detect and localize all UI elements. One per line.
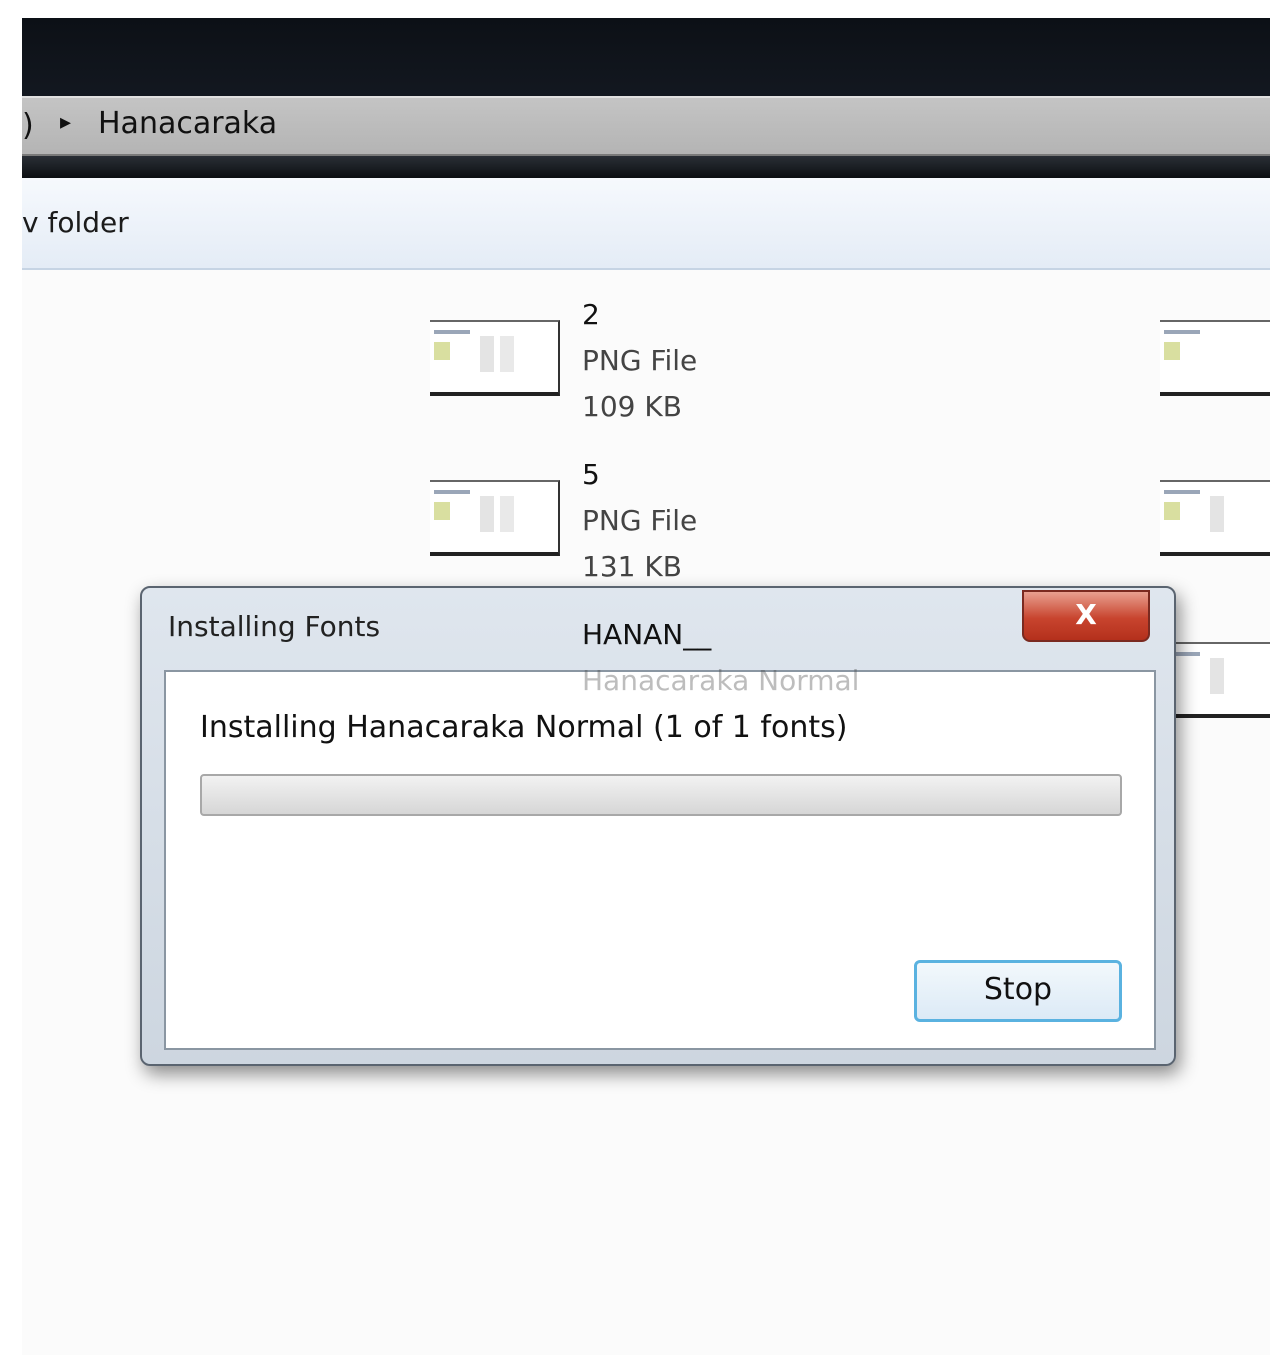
- file-thumbnail[interactable]: [430, 320, 560, 396]
- dialog-body: Installing Hanacaraka Normal (1 of 1 fon…: [164, 670, 1156, 1050]
- file-thumbnail[interactable]: [1160, 642, 1270, 718]
- left-margin: [0, 0, 22, 1355]
- install-status-text: Installing Hanacaraka Normal (1 of 1 fon…: [200, 710, 848, 745]
- breadcrumb-prefix: ): [22, 108, 34, 143]
- divider-strip: [22, 156, 1270, 178]
- window-title-bar[interactable]: [22, 18, 1270, 96]
- address-bar[interactable]: ) ▸ Hanacaraka: [22, 96, 1270, 156]
- list-item[interactable]: 2 PNG File 109 KB: [582, 292, 697, 430]
- command-toolbar: v folder: [22, 178, 1270, 270]
- file-thumbnail[interactable]: [430, 480, 560, 556]
- file-thumbnail[interactable]: [1160, 480, 1270, 556]
- install-progress-bar: [200, 774, 1122, 816]
- file-size: 131 KB: [582, 550, 682, 583]
- close-button[interactable]: X: [1022, 590, 1150, 642]
- file-type: PNG File: [582, 344, 698, 377]
- file-type: PNG File: [582, 504, 698, 537]
- file-type: Hanacaraka Normal: [582, 664, 860, 697]
- file-name: HANAN__: [582, 618, 712, 651]
- breadcrumb-current-folder[interactable]: Hanacaraka: [98, 106, 277, 141]
- screen: ) ▸ Hanacaraka v folder 2 PNG File 109 K…: [0, 0, 1270, 1355]
- file-size: 109 KB: [582, 390, 682, 423]
- list-item[interactable]: HANAN__ Hanacaraka Normal: [582, 612, 859, 704]
- dialog-title: Installing Fonts: [168, 610, 381, 643]
- file-name: 2: [582, 298, 600, 331]
- list-item[interactable]: 5 PNG File 131 KB: [582, 452, 697, 590]
- file-name: 5: [582, 458, 600, 491]
- stop-button[interactable]: Stop: [914, 960, 1122, 1022]
- file-thumbnail[interactable]: [1160, 320, 1270, 396]
- new-folder-button[interactable]: v folder: [22, 206, 129, 239]
- breadcrumb-arrow-icon[interactable]: ▸: [60, 110, 71, 135]
